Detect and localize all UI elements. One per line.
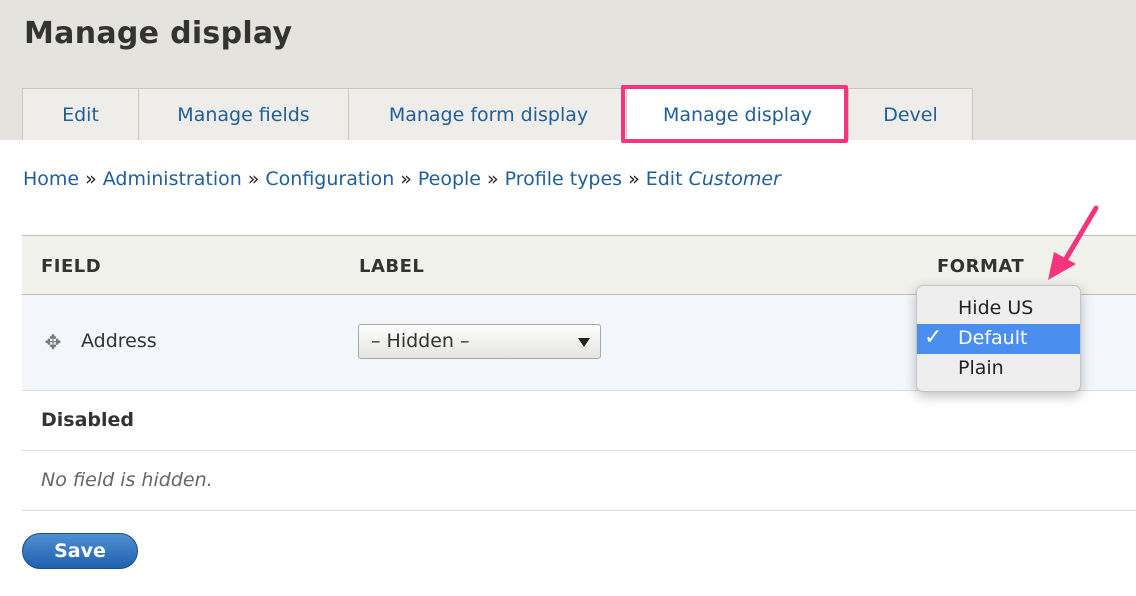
tab-manage-fields[interactable]: Manage fields <box>138 88 349 140</box>
format-option-label: Default <box>958 327 1028 349</box>
disabled-section-title: Disabled <box>41 409 135 431</box>
column-header-label: LABEL <box>359 256 425 277</box>
format-option-default[interactable]: ✓ Default <box>917 324 1080 354</box>
format-option-plain[interactable]: Plain <box>917 354 1080 384</box>
field-name: Address <box>81 330 157 352</box>
breadcrumb-configuration[interactable]: Configuration <box>265 168 394 190</box>
tab-manage-display[interactable]: Manage display <box>626 88 849 140</box>
tab-edit[interactable]: Edit <box>22 88 139 140</box>
format-dropdown-menu: Hide US ✓ Default Plain <box>916 285 1081 392</box>
disabled-section-row: Disabled <box>22 391 1136 451</box>
breadcrumb-administration[interactable]: Administration <box>103 168 242 190</box>
breadcrumb-separator: » <box>400 168 412 190</box>
breadcrumb-separator: » <box>247 168 260 190</box>
save-button[interactable]: Save <box>22 533 138 569</box>
breadcrumb: Home» Administration» Configuration» People… <box>23 168 781 190</box>
breadcrumb-separator: » <box>487 168 499 190</box>
tab-manage-form-display[interactable]: Manage form display <box>348 88 629 140</box>
column-header-format: FORMAT <box>937 256 1025 277</box>
format-option-label: Plain <box>958 357 1004 379</box>
label-display-value: – Hidden – <box>371 330 470 352</box>
empty-row: No field is hidden. <box>22 451 1136 511</box>
breadcrumb-edit-prefix: Edit <box>645 168 683 190</box>
format-option-hide-us[interactable]: Hide US <box>917 294 1080 324</box>
tab-devel[interactable]: Devel <box>848 88 973 140</box>
checkmark-icon: ✓ <box>924 325 943 350</box>
breadcrumb-separator: » <box>85 168 97 190</box>
empty-message: No field is hidden. <box>41 469 213 491</box>
breadcrumb-people[interactable]: People <box>418 168 481 190</box>
breadcrumb-separator: » <box>628 168 640 190</box>
format-option-label: Hide US <box>958 297 1034 319</box>
label-display-select[interactable]: – Hidden – <box>358 324 601 359</box>
page-title: Manage display <box>24 16 293 51</box>
breadcrumb-edit-customer[interactable]: Edit Customer <box>646 168 781 190</box>
breadcrumb-profile-types[interactable]: Profile types <box>505 168 622 190</box>
caret-down-icon <box>578 338 590 347</box>
breadcrumb-entity-name: Customer <box>688 168 781 190</box>
breadcrumb-home[interactable]: Home <box>23 168 79 190</box>
drag-handle-icon[interactable]: ✥ <box>42 331 64 353</box>
column-header-field: FIELD <box>41 256 102 277</box>
annotation-arrow-icon <box>1048 205 1099 280</box>
